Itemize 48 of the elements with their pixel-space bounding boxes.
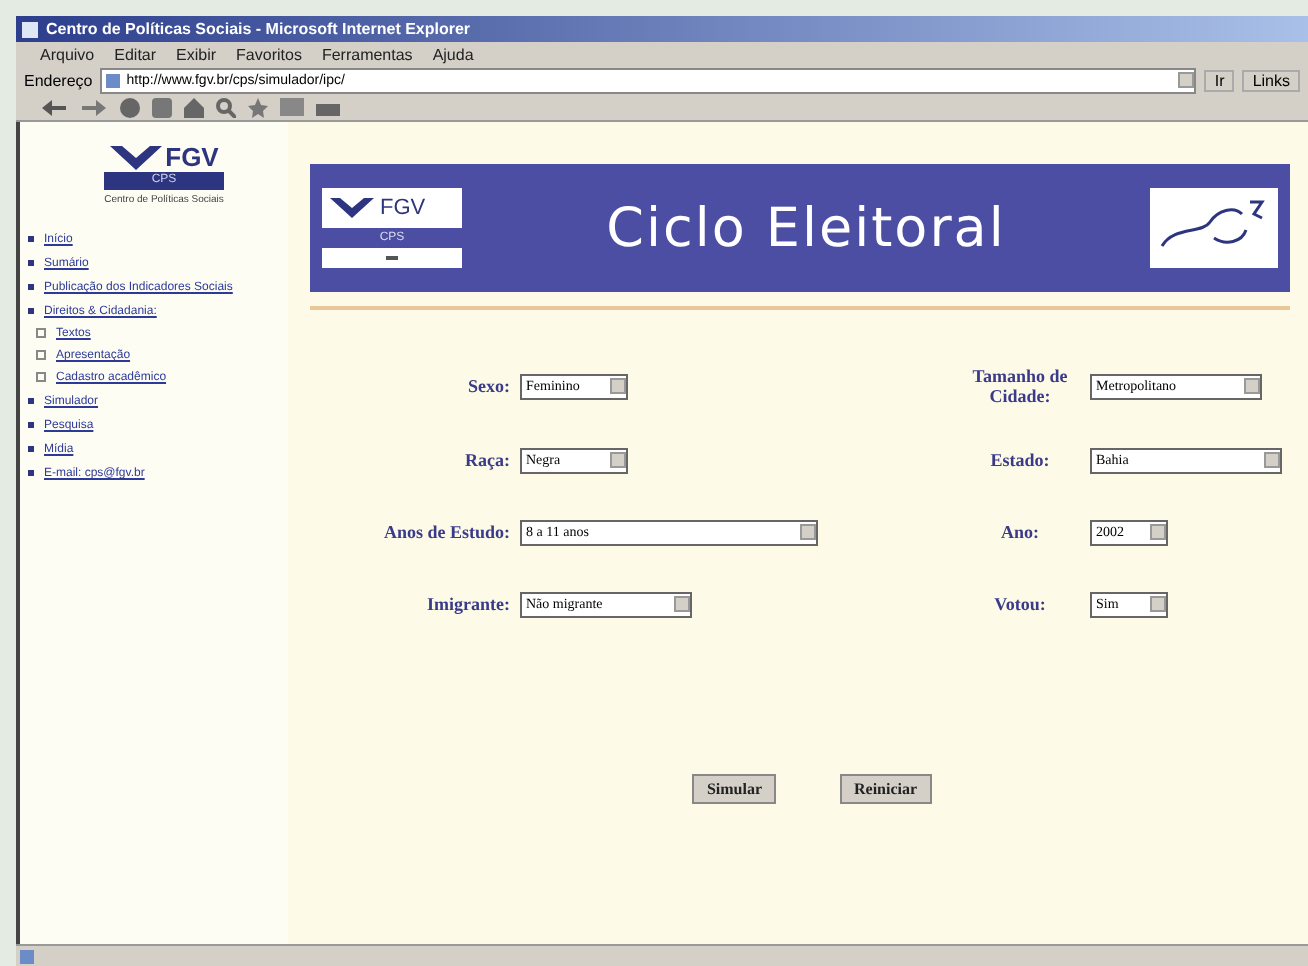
dash-icon: [386, 256, 398, 260]
bullet-icon: [28, 398, 34, 405]
field-label: Ano:: [998, 522, 1041, 542]
bullet-icon: [28, 446, 34, 453]
go-button[interactable]: Ir: [1204, 69, 1235, 91]
mail-icon[interactable]: [280, 97, 304, 117]
field-label: Imigrante:: [425, 594, 510, 614]
field-label: Sexo:: [466, 376, 510, 396]
menu-item[interactable]: Exibir: [176, 45, 217, 63]
bullet-icon: [28, 307, 34, 314]
home-icon[interactable]: [184, 97, 204, 117]
bullet-icon: [28, 259, 34, 266]
bullet-icon: [28, 470, 34, 477]
menu-item[interactable]: Editar: [114, 45, 157, 63]
field-label: Estado:: [988, 450, 1052, 470]
menu-item[interactable]: Arquivo: [40, 45, 95, 63]
field-label: Votou:: [992, 594, 1048, 614]
refresh-icon[interactable]: [152, 97, 172, 117]
form-button[interactable]: Reiniciar: [840, 774, 932, 804]
bullet-icon: [28, 422, 34, 429]
logo-text: FGV: [165, 142, 219, 172]
menu-item[interactable]: Ajuda: [432, 45, 474, 63]
bullet-icon: [36, 328, 46, 338]
menu-item[interactable]: Ferramentas: [321, 45, 413, 63]
chevron-logo-icon: [330, 198, 374, 218]
star-icon[interactable]: [248, 97, 268, 117]
page-icon: [20, 949, 34, 963]
search-icon[interactable]: [216, 97, 236, 117]
bullet-icon: [36, 350, 46, 361]
browser-icon: [22, 21, 38, 37]
menu-item[interactable]: Favoritos: [236, 45, 302, 63]
field-label: Anos de Estudo:: [381, 522, 510, 542]
address-label: Endereço: [24, 71, 93, 89]
window-title: Centro de Políticas Sociais - Microsoft Internet Explorer: [46, 20, 471, 38]
field-label: Raça:: [463, 450, 510, 470]
bullet-icon: [36, 372, 46, 383]
logo-text: FGV: [380, 196, 426, 220]
links-button[interactable]: Links: [1242, 69, 1300, 91]
bullet-icon: [28, 235, 34, 242]
form-button[interactable]: Simular: [692, 774, 776, 804]
forward-arrow-icon[interactable]: [80, 97, 108, 117]
banner-title: Ciclo Eleitoral: [606, 197, 1006, 259]
chevron-logo-icon: [109, 145, 162, 169]
bullet-icon: [28, 283, 34, 290]
field-label: Tamanho de Cidade:: [970, 366, 1070, 406]
stop-icon[interactable]: [120, 97, 140, 117]
page-icon: [106, 73, 121, 87]
back-arrow-icon[interactable]: [40, 97, 68, 117]
